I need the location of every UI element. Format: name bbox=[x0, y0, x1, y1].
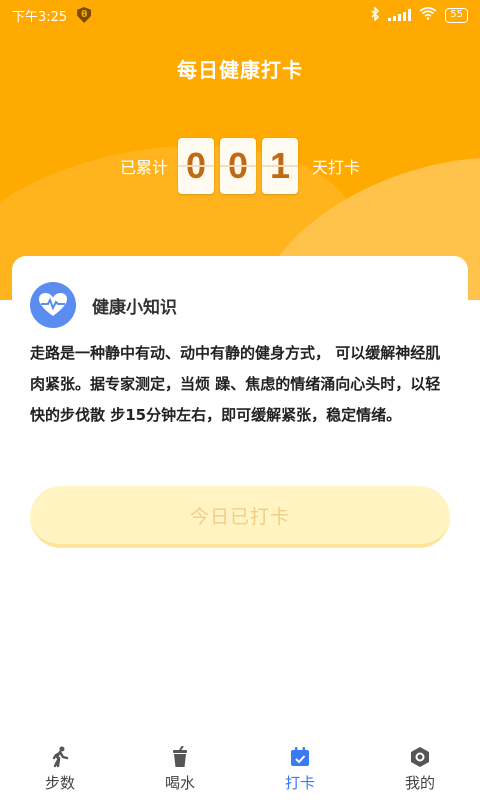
tab-label: 打卡 bbox=[284, 774, 315, 792]
shield-icon: θ bbox=[77, 7, 92, 23]
tab-steps[interactable]: 步数 bbox=[0, 740, 120, 800]
counter-digit: 0 bbox=[220, 138, 256, 194]
checkin-button[interactable]: 今日已打卡 bbox=[30, 486, 450, 548]
walking-icon bbox=[52, 746, 69, 768]
signal-icon bbox=[388, 9, 412, 21]
counter-suffix: 天打卡 bbox=[312, 158, 361, 177]
status-time: 下午3:25 bbox=[12, 9, 68, 25]
profile-hexagon-icon bbox=[411, 747, 429, 767]
tip-title: 健康小知识 bbox=[92, 297, 177, 318]
checkin-counter: 已累计 0 0 1 天打卡 bbox=[0, 138, 480, 194]
shield-glyph: θ bbox=[81, 10, 88, 20]
tab-label: 步数 bbox=[44, 774, 75, 792]
wifi-icon bbox=[419, 7, 437, 23]
counter-digit: 0 bbox=[178, 138, 214, 194]
tab-label: 我的 bbox=[404, 774, 435, 792]
counter-prefix: 已累计 bbox=[119, 158, 168, 177]
tab-checkin[interactable]: 打卡 bbox=[240, 740, 360, 800]
bluetooth-icon bbox=[370, 5, 380, 24]
tip-header: 健康小知识 bbox=[30, 282, 177, 328]
calendar-check-icon bbox=[291, 747, 309, 766]
battery-indicator: 55 bbox=[445, 7, 468, 23]
bottom-tab-bar: 步数 喝水 打卡 我的 bbox=[0, 740, 480, 800]
counter-digits: 0 0 1 bbox=[178, 138, 298, 194]
cup-icon bbox=[173, 746, 187, 767]
tab-label: 喝水 bbox=[164, 774, 195, 792]
heart-pulse-icon bbox=[30, 282, 76, 328]
counter-digit: 1 bbox=[262, 138, 298, 194]
status-bar: 下午3:25 θ 55 bbox=[0, 0, 480, 30]
tip-body: 走路是一种静中有动、动中有静的健身方式， 可以缓解神经肌肉紧张。据专家测定，当烦… bbox=[30, 344, 441, 424]
tab-water[interactable]: 喝水 bbox=[120, 740, 240, 800]
page-title: 每日健康打卡 bbox=[177, 58, 303, 82]
tab-profile[interactable]: 我的 bbox=[360, 740, 480, 800]
